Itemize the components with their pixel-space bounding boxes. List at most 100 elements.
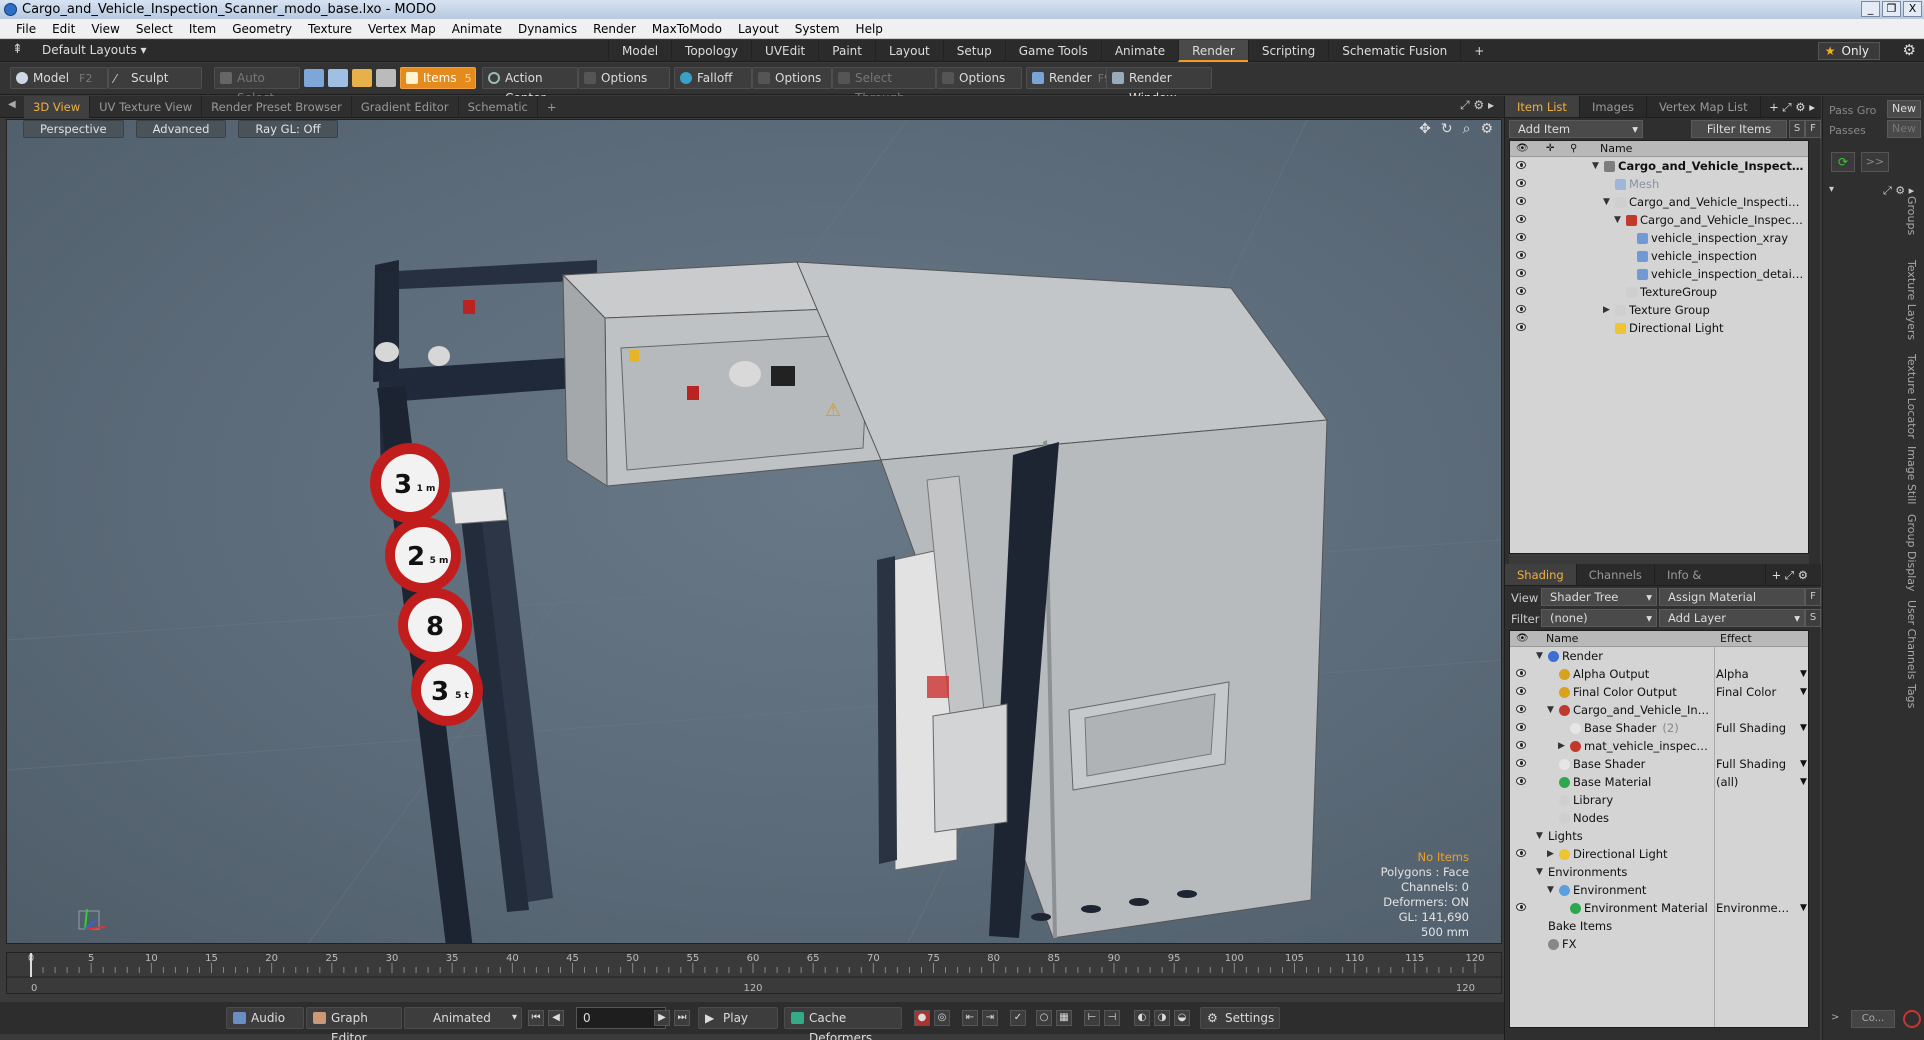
expand-right-icon[interactable]: ▶ xyxy=(1547,845,1554,863)
shader-row[interactable]: Environment Material Environment C ...▼ xyxy=(1510,899,1808,917)
layout-tab-uvedit[interactable]: UVEdit xyxy=(751,40,818,62)
item-row[interactable]: ▼ Cargo_and_Vehicle_Inspectio... xyxy=(1510,211,1808,229)
render-window-button[interactable]: Render Window xyxy=(1106,67,1212,105)
menu-maxtomodo[interactable]: MaxToModo xyxy=(644,22,730,36)
layout-tab-schematic-fusion[interactable]: Schematic Fusion xyxy=(1328,40,1460,62)
view-tab-3d-view[interactable]: 3D View xyxy=(24,96,91,118)
only-button[interactable]: ★ Only xyxy=(1817,42,1880,60)
refresh-icon[interactable]: ⟳ xyxy=(1831,152,1855,172)
panel-options-icons[interactable]: + ⤢ ⚙ ▸ xyxy=(1763,96,1821,117)
expand-right-icon[interactable]: ▶ xyxy=(1603,301,1610,319)
visibility-eye-icon[interactable] xyxy=(1516,705,1526,713)
add-view-tab-icon[interactable]: + xyxy=(538,96,566,118)
shader-row[interactable]: ▼ Environments xyxy=(1510,863,1808,881)
side-tab-user-channels[interactable]: User Channels xyxy=(1905,600,1918,679)
visibility-eye-icon[interactable] xyxy=(1516,741,1526,749)
visibility-eye-icon[interactable] xyxy=(1516,669,1526,677)
items-mode-button[interactable]: Items 5 xyxy=(400,67,476,89)
menu-geometry[interactable]: Geometry xyxy=(224,22,300,36)
shader-row[interactable]: FX xyxy=(1510,935,1808,953)
menu-view[interactable]: View xyxy=(83,22,127,36)
filter-items-field[interactable]: Filter Items xyxy=(1691,120,1787,138)
menu-texture[interactable]: Texture xyxy=(300,22,360,36)
expand-down-icon[interactable]: ▼ xyxy=(1536,647,1543,665)
shader-row[interactable]: Nodes xyxy=(1510,809,1808,827)
key-delete-icon[interactable]: ○ xyxy=(1036,1010,1052,1026)
item-row[interactable]: vehicle_inspection_detail_b... xyxy=(1510,265,1808,283)
layout-tab-render[interactable]: Render xyxy=(1178,40,1248,62)
menu-vertex-map[interactable]: Vertex Map xyxy=(360,22,444,36)
channel-icon-2[interactable]: ◑ xyxy=(1154,1010,1170,1026)
view-tab-render-preset-browser[interactable]: Render Preset Browser xyxy=(202,96,352,118)
visibility-eye-icon[interactable] xyxy=(1516,287,1526,295)
item-row[interactable]: Mesh xyxy=(1510,175,1808,193)
layer-effect[interactable]: (all) xyxy=(1716,773,1796,791)
audio-button[interactable]: Audio xyxy=(226,1007,304,1029)
falloff-options-button[interactable]: Options xyxy=(752,67,832,89)
visibility-eye-icon[interactable] xyxy=(1516,849,1526,857)
itemlist-tab-item-list[interactable]: Item List xyxy=(1505,96,1580,117)
visibility-eye-icon[interactable] xyxy=(1516,269,1526,277)
play-button[interactable]: ▶ Play xyxy=(698,1007,778,1029)
new-pass-group-button[interactable]: New xyxy=(1887,100,1921,118)
key-prev-icon[interactable]: ⇤ xyxy=(962,1010,978,1026)
layer-effect[interactable]: Full Shading xyxy=(1716,755,1796,773)
range-end-icon[interactable]: ⊣ xyxy=(1104,1010,1120,1026)
visibility-eye-icon[interactable] xyxy=(1516,759,1526,767)
chevron-down-icon[interactable]: ▼ xyxy=(1800,719,1807,737)
channel-icon-1[interactable]: ◐ xyxy=(1134,1010,1150,1026)
viewport-options-icons[interactable]: ⤢ ⚙ ▸ xyxy=(1460,98,1494,113)
shader-row[interactable]: ▼ Render xyxy=(1510,647,1808,665)
visibility-eye-icon[interactable] xyxy=(1516,777,1526,785)
menu-render[interactable]: Render xyxy=(585,22,644,36)
menu-help[interactable]: Help xyxy=(848,22,891,36)
item-tree[interactable]: 👁 ✛ ⚲ Name ▼ Cargo_and_Vehicle_Inspectio.… xyxy=(1509,140,1809,554)
record-icon[interactable]: ● xyxy=(914,1010,930,1026)
visibility-eye-icon[interactable] xyxy=(1516,687,1526,695)
3d-viewport[interactable]: ⚠ 3 1 m 2 5 m 8 3 5 t Perspective Advanc… xyxy=(6,119,1502,944)
shading-s-button[interactable]: S xyxy=(1805,609,1821,627)
itemlist-tab-images[interactable]: Images xyxy=(1580,96,1647,117)
key-set-icon[interactable]: ✓ xyxy=(1010,1010,1026,1026)
visibility-eye-icon[interactable] xyxy=(1516,305,1526,313)
visibility-eye-icon[interactable] xyxy=(1516,251,1526,259)
auto-key-icon[interactable]: ◎ xyxy=(934,1010,950,1026)
menu-item[interactable]: Item xyxy=(181,22,224,36)
item-row[interactable]: ▶ Texture Group xyxy=(1510,301,1808,319)
item-row[interactable]: Directional Light xyxy=(1510,319,1808,337)
shader-row[interactable]: Bake Items xyxy=(1510,917,1808,935)
strip-menu-icon[interactable]: ▾ xyxy=(1829,184,1834,195)
collapse-icon[interactable]: ⇞ xyxy=(12,42,23,57)
menu-select[interactable]: Select xyxy=(128,22,181,36)
shader-row[interactable]: Final Color Output Final Color ▼ xyxy=(1510,683,1808,701)
shader-row[interactable]: Base Shader (2) Full Shading ▼ xyxy=(1510,719,1808,737)
shader-row[interactable]: ▶ Directional Light xyxy=(1510,845,1808,863)
menu-file[interactable]: File xyxy=(8,22,44,36)
rotate-icon[interactable]: ↻ xyxy=(1441,121,1453,137)
new-pass-button[interactable]: New xyxy=(1887,120,1921,138)
strip-arrow-icon[interactable]: > xyxy=(1831,1012,1839,1023)
visibility-eye-icon[interactable] xyxy=(1516,179,1526,187)
raygl-button[interactable]: Ray GL: Off xyxy=(238,120,338,138)
timeline[interactable]: 0 5 10 15 20 25 30 35 40 45 50 55 60 65 70 75 80 85 90 95 10… xyxy=(6,952,1503,994)
side-tab-group-display[interactable]: Group Display xyxy=(1905,514,1918,592)
filter-dropdown[interactable]: (none) xyxy=(1541,609,1657,627)
expand-down-icon[interactable]: ▼ xyxy=(1614,211,1621,229)
shader-row[interactable]: ▼ Lights xyxy=(1510,827,1808,845)
shading-f-button[interactable]: F xyxy=(1805,588,1821,606)
visibility-eye-icon[interactable] xyxy=(1516,197,1526,205)
co-button[interactable]: Co... xyxy=(1851,1010,1895,1028)
go-end-icon[interactable]: ⏭ xyxy=(674,1010,690,1026)
item-row[interactable]: vehicle_inspection xyxy=(1510,247,1808,265)
menu-animate[interactable]: Animate xyxy=(444,22,510,36)
advanced-button[interactable]: Advanced xyxy=(135,120,227,138)
add-item-dropdown[interactable]: Add Item xyxy=(1509,120,1643,138)
next-frame-icon[interactable]: ▶ xyxy=(654,1010,670,1026)
visibility-eye-icon[interactable] xyxy=(1516,215,1526,223)
visibility-eye-icon[interactable] xyxy=(1516,903,1526,911)
minimize-button[interactable]: _ xyxy=(1861,1,1880,17)
itemlist-tab-vertex-map-list[interactable]: Vertex Map List xyxy=(1647,96,1761,117)
shading-tab-shading[interactable]: Shading xyxy=(1505,564,1577,585)
graph-editor-button[interactable]: Graph Editor xyxy=(306,1007,402,1040)
sculpt-mode-button[interactable]: ⁄ Sculpt xyxy=(108,67,202,89)
